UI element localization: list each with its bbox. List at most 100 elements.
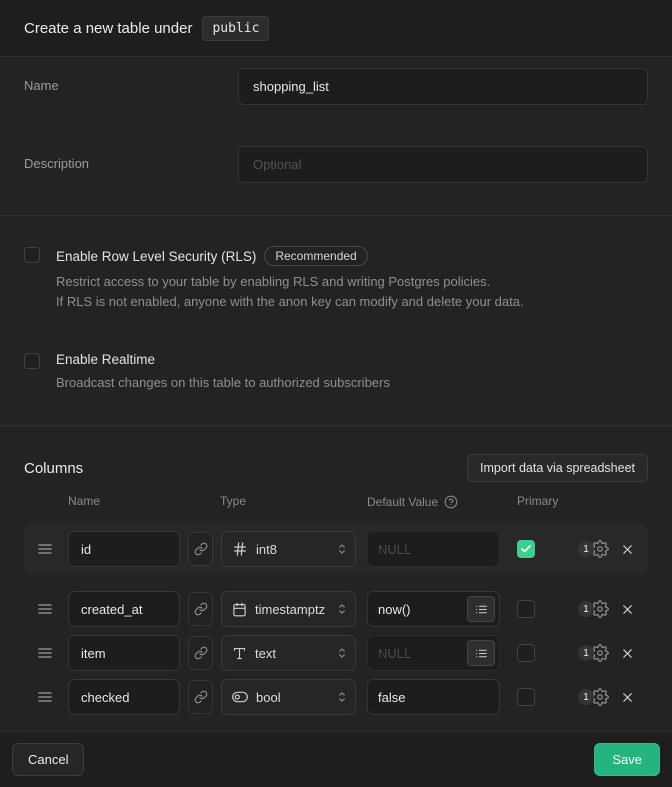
columns-title: Columns: [24, 460, 83, 477]
column-type-select[interactable]: int8: [221, 531, 356, 567]
recommended-badge: Recommended: [264, 246, 367, 266]
delete-column-icon[interactable]: [620, 690, 635, 705]
column-type-label: timestamptz: [255, 602, 327, 617]
drag-handle-icon[interactable]: [38, 543, 52, 555]
column-type-label: bool: [256, 690, 327, 705]
text-icon: [232, 646, 247, 661]
header-type: Type: [220, 494, 367, 509]
realtime-block: Enable Realtime Broadcast changes on thi…: [24, 352, 648, 393]
help-circle-icon[interactable]: [444, 495, 458, 509]
primary-checkbox[interactable]: [517, 644, 535, 662]
delete-column-icon[interactable]: [620, 646, 635, 661]
column-type-select[interactable]: bool: [221, 679, 356, 715]
columns-section: Columns Import data via spreadsheet Name…: [0, 425, 672, 731]
rls-description: Restrict access to your table by enablin…: [56, 272, 524, 312]
column-name-input[interactable]: [68, 591, 180, 627]
name-row: Name: [24, 68, 648, 105]
primary-cell: [517, 688, 535, 706]
column-type-select[interactable]: text: [221, 635, 356, 671]
import-spreadsheet-button[interactable]: Import data via spreadsheet: [467, 454, 648, 482]
rls-checkbox[interactable]: [24, 247, 40, 263]
column-settings-button[interactable]: 1: [581, 540, 609, 558]
description-row: Description: [24, 146, 648, 183]
rls-label: Enable Row Level Security (RLS): [56, 249, 256, 264]
panel-footer: Cancel Save: [0, 731, 672, 787]
columns-header: Columns Import data via spreadsheet: [24, 454, 648, 482]
header-primary: Primary: [517, 494, 558, 509]
column-grid-headers: Name Type Default Value Primary: [24, 494, 648, 509]
settings-count-badge: 1: [578, 541, 594, 557]
default-suggestions-icon[interactable]: [467, 596, 495, 622]
settings-count-badge: 1: [578, 601, 594, 617]
column-name-input[interactable]: [68, 531, 180, 567]
header-name: Name: [68, 494, 220, 509]
settings-count-badge: 1: [578, 689, 594, 705]
primary-column-row-card: int8 1: [24, 523, 648, 575]
calendar-icon: [232, 602, 247, 617]
column-name-input[interactable]: [68, 679, 180, 715]
chevron-up-down-icon: [335, 646, 349, 660]
column-type-select[interactable]: timestamptz: [221, 591, 356, 627]
column-row: timestamptz 1: [24, 591, 648, 627]
column-default-input[interactable]: [368, 690, 499, 705]
realtime-checkbox[interactable]: [24, 353, 40, 369]
column-name-input[interactable]: [68, 635, 180, 671]
column-default-field: [367, 591, 500, 627]
column-type-label: text: [255, 646, 327, 661]
column-settings-button[interactable]: 1: [581, 644, 609, 662]
cancel-button[interactable]: Cancel: [12, 743, 84, 776]
table-name-input[interactable]: [238, 68, 648, 105]
foreign-key-link-icon[interactable]: [188, 592, 213, 626]
save-button[interactable]: Save: [594, 743, 660, 776]
schema-badge: public: [202, 16, 269, 41]
primary-cell: [517, 600, 535, 618]
realtime-description: Broadcast changes on this table to autho…: [56, 373, 390, 393]
foreign-key-link-icon[interactable]: [188, 636, 213, 670]
rls-text: Enable Row Level Security (RLS) Recommen…: [56, 246, 524, 312]
primary-checkbox[interactable]: [517, 600, 535, 618]
check-icon: [520, 543, 532, 555]
default-suggestions-icon[interactable]: [467, 640, 495, 666]
foreign-key-link-icon[interactable]: [188, 532, 213, 566]
drag-handle-icon[interactable]: [38, 603, 52, 615]
description-label: Description: [24, 146, 238, 183]
create-table-panel: Create a new table under public Name Des…: [0, 0, 672, 787]
toggle-icon: [232, 689, 248, 705]
primary-cell: [517, 644, 535, 662]
column-default-field: [367, 531, 500, 567]
drag-handle-icon[interactable]: [38, 691, 52, 703]
text-icon: [232, 646, 247, 661]
column-settings-button[interactable]: 1: [581, 600, 609, 618]
rls-description-line1: Restrict access to your table by enablin…: [56, 272, 524, 292]
column-settings-button[interactable]: 1: [581, 688, 609, 706]
toggle-icon: [232, 689, 248, 705]
table-info-section: Name Description: [0, 57, 672, 215]
chevron-up-down-icon: [335, 542, 349, 556]
delete-column-icon[interactable]: [620, 602, 635, 617]
column-default-input[interactable]: [368, 646, 467, 661]
header-default-label: Default Value: [367, 495, 438, 509]
column-default-input[interactable]: [368, 602, 467, 617]
header-default-value: Default Value: [367, 494, 517, 509]
hash-icon: [232, 541, 248, 557]
primary-checkbox[interactable]: [517, 688, 535, 706]
drag-handle-icon[interactable]: [38, 647, 52, 659]
toggles-section: Enable Row Level Security (RLS) Recommen…: [0, 215, 672, 425]
hash-icon: [232, 541, 248, 557]
column-rows: timestamptz 1: [24, 591, 648, 715]
panel-header: Create a new table under public: [0, 0, 672, 57]
column-default-field: [367, 679, 500, 715]
primary-checkbox[interactable]: [517, 540, 535, 558]
calendar-icon: [232, 602, 247, 617]
panel-title: Create a new table under: [24, 20, 192, 37]
table-description-input[interactable]: [238, 146, 648, 183]
delete-column-icon[interactable]: [620, 542, 635, 557]
column-row: text 1: [24, 635, 648, 671]
column-row: bool 1: [24, 679, 648, 715]
column-default-input[interactable]: [368, 542, 499, 557]
realtime-text: Enable Realtime Broadcast changes on thi…: [56, 352, 390, 393]
column-type-label: int8: [256, 542, 327, 557]
settings-count-badge: 1: [578, 645, 594, 661]
foreign-key-link-icon[interactable]: [188, 680, 213, 714]
rls-block: Enable Row Level Security (RLS) Recommen…: [24, 246, 648, 312]
